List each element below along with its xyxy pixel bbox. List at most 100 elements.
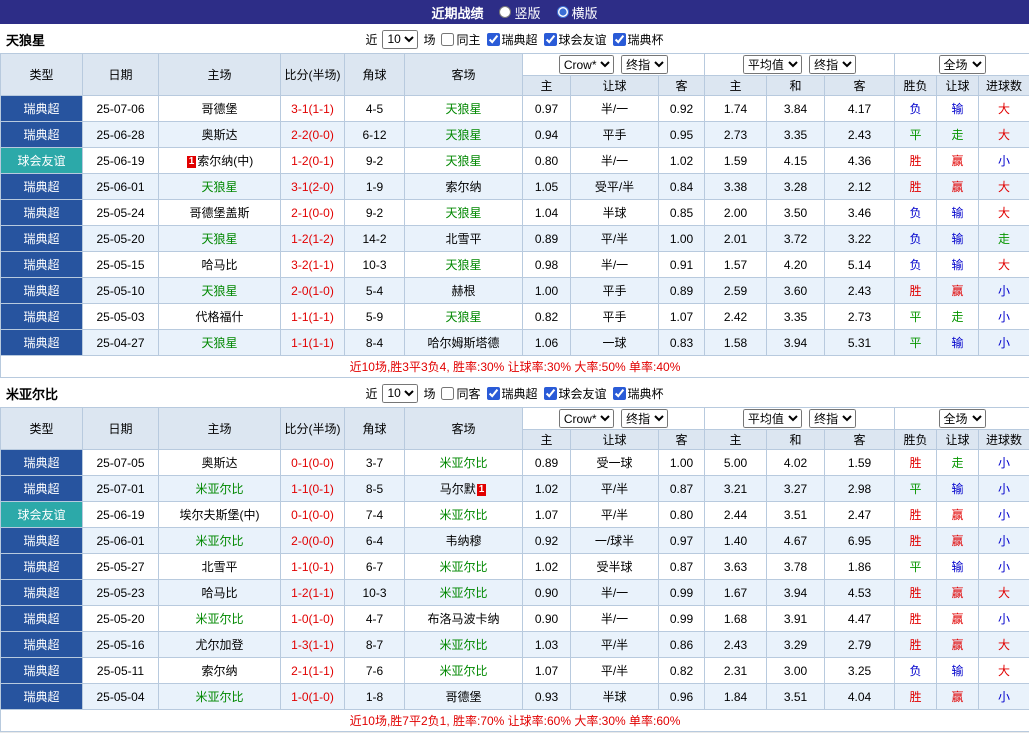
result-wdl-cell: 胜: [894, 501, 938, 528]
scope-select[interactable]: 全场: [938, 409, 986, 428]
euro-home-odds-cell: 1.67: [704, 579, 767, 606]
final-index-select-2[interactable]: 终指: [809, 55, 857, 74]
same-side-filter[interactable]: 同客: [437, 385, 481, 402]
league-filter-friendly[interactable]: 球会友谊: [540, 385, 607, 402]
col-header-home: 主场: [158, 53, 281, 96]
team-name-text: 天狼星: [445, 154, 482, 168]
team-name-text: 米亚尔比: [439, 664, 488, 678]
euro-odds-controls: 平均值 终指: [703, 53, 896, 76]
match-count-select[interactable]: 10: [382, 29, 419, 49]
match-date-cell: 25-05-23: [82, 579, 159, 606]
euro-draw-odds-cell: 3.28: [766, 173, 825, 200]
allsvenskan-checkbox[interactable]: [486, 386, 500, 400]
home-team-cell: 索尔纳: [158, 657, 281, 684]
asian-home-odds-cell: 1.07: [522, 657, 571, 684]
friendly-checkbox[interactable]: [543, 386, 557, 400]
match-date-cell: 25-06-19: [82, 501, 159, 528]
euro-draw-odds-cell: 4.20: [766, 251, 825, 278]
result-wdl-cell: 负: [894, 95, 938, 122]
col-header-date: 日期: [82, 53, 159, 96]
scope-controls: 全场: [894, 53, 1029, 76]
handicap-cell: 受一球: [570, 449, 659, 476]
euro-home-odds-cell: 1.59: [704, 147, 767, 174]
league-filter-allsvenskan[interactable]: 瑞典超: [483, 385, 538, 402]
result-goals-cell: 小: [978, 449, 1029, 476]
asian-away-odds-cell: 0.83: [658, 329, 705, 356]
league-filter-cup[interactable]: 瑞典杯: [609, 31, 664, 48]
games-label: 场: [423, 32, 436, 47]
scope-select[interactable]: 全场: [938, 55, 986, 74]
result-goals-cell: 小: [978, 527, 1029, 554]
same-side-checkbox[interactable]: [441, 386, 455, 400]
match-row: 瑞典超 25-05-24 哥德堡盖斯 2-1(0-0) 9-2 天狼星 1.04…: [0, 199, 1029, 226]
sub-header-asian-away: 客: [658, 429, 705, 450]
result-handicap-cell: 赢: [936, 527, 980, 554]
away-team-cell: 米亚尔比: [404, 449, 523, 476]
team-name-text: 天狼星: [445, 128, 482, 142]
col-header-type: 类型: [0, 53, 83, 96]
away-team-cell: 马尔默 1: [404, 475, 523, 502]
match-date-cell: 25-06-01: [82, 173, 159, 200]
league-filter-cup[interactable]: 瑞典杯: [609, 385, 664, 402]
result-goals-cell: 大: [978, 199, 1029, 226]
same-side-checkbox[interactable]: [441, 32, 455, 46]
league-filter-friendly[interactable]: 球会友谊: [540, 31, 607, 48]
team-name: 米亚尔比: [6, 386, 59, 402]
allsvenskan-checkbox[interactable]: [486, 32, 500, 46]
bookmaker-select[interactable]: Crow*: [558, 409, 614, 428]
final-index-select[interactable]: 终指: [621, 409, 669, 428]
team-name-text: 索尔纳: [445, 180, 482, 194]
asian-away-odds-cell: 0.92: [658, 95, 705, 122]
average-select[interactable]: 平均值: [742, 409, 802, 428]
euro-home-odds-cell: 2.59: [704, 277, 767, 304]
handicap-cell: 半球: [570, 683, 659, 710]
match-row: 瑞典超 25-05-27 北雪平 1-1(0-1) 6-7 米亚尔比 1.02 …: [0, 553, 1029, 580]
score-cell: 3-1(1-1): [280, 95, 345, 122]
same-side-filter[interactable]: 同主: [437, 31, 481, 48]
friendly-checkbox[interactable]: [543, 32, 557, 46]
result-goals-cell: 小: [978, 475, 1029, 502]
result-wdl-cell: 胜: [894, 449, 938, 476]
result-handicap-cell: 走: [936, 449, 980, 476]
average-select[interactable]: 平均值: [742, 55, 802, 74]
result-wdl-cell: 负: [894, 251, 938, 278]
result-goals-cell: 小: [978, 553, 1029, 580]
corner-cell: 9-2: [344, 199, 405, 226]
cup-checkbox[interactable]: [612, 32, 626, 46]
euro-away-odds-cell: 2.79: [823, 631, 896, 658]
home-team-cell: 北雪平: [158, 553, 281, 580]
league-filter-allsvenskan[interactable]: 瑞典超: [483, 31, 538, 48]
handicap-cell: 平/半: [570, 475, 659, 502]
asian-away-odds-cell: 0.91: [658, 251, 705, 278]
cup-checkbox[interactable]: [612, 386, 626, 400]
results-table: 类型 日期 主场 比分(半场) 角球 客场 Crow* 终指 平均值 终指 全场…: [0, 53, 1029, 378]
match-date-cell: 25-06-19: [82, 147, 159, 174]
sub-header-handicap: 让球: [570, 75, 659, 96]
home-team-cell: 尤尔加登: [158, 631, 281, 658]
euro-away-odds-cell: 2.73: [823, 303, 896, 330]
sub-header-handicap-result: 让球: [936, 429, 980, 450]
layout-radio-vertical[interactable]: 竖版: [499, 3, 541, 22]
handicap-cell: 半/一: [570, 605, 659, 632]
final-index-select[interactable]: 终指: [621, 55, 669, 74]
match-count-select[interactable]: 10: [382, 383, 419, 403]
euro-away-odds-cell: 4.17: [823, 95, 896, 122]
handicap-cell: 半/一: [570, 95, 659, 122]
match-row: 瑞典超 25-07-05 奥斯达 0-1(0-0) 3-7 米亚尔比 0.89 …: [0, 449, 1029, 476]
vertical-radio[interactable]: [499, 6, 512, 18]
bookmaker-select[interactable]: Crow*: [558, 55, 614, 74]
horizontal-radio[interactable]: [556, 6, 569, 18]
section-home-team: 天狼星 近 10 场 同主 瑞典超 球会友谊 瑞典杯 类型 日期 主场 比分(半…: [0, 24, 1029, 378]
results-table: 类型 日期 主场 比分(半场) 角球 客场 Crow* 终指 平均值 终指 全场…: [0, 407, 1029, 732]
home-team-cell: 米亚尔比: [158, 475, 281, 502]
layout-radio-horizontal[interactable]: 横版: [556, 3, 598, 22]
euro-draw-odds-cell: 4.02: [766, 449, 825, 476]
score-cell: 1-3(1-1): [280, 631, 345, 658]
league-type-cell: 瑞典超: [0, 329, 83, 356]
euro-home-odds-cell: 1.84: [704, 683, 767, 710]
sub-header-asian-home: 主: [522, 429, 571, 450]
result-goals-cell: 小: [978, 147, 1029, 174]
corner-cell: 1-8: [344, 683, 405, 710]
final-index-select-2[interactable]: 终指: [809, 409, 857, 428]
away-team-cell: 米亚尔比: [404, 631, 523, 658]
